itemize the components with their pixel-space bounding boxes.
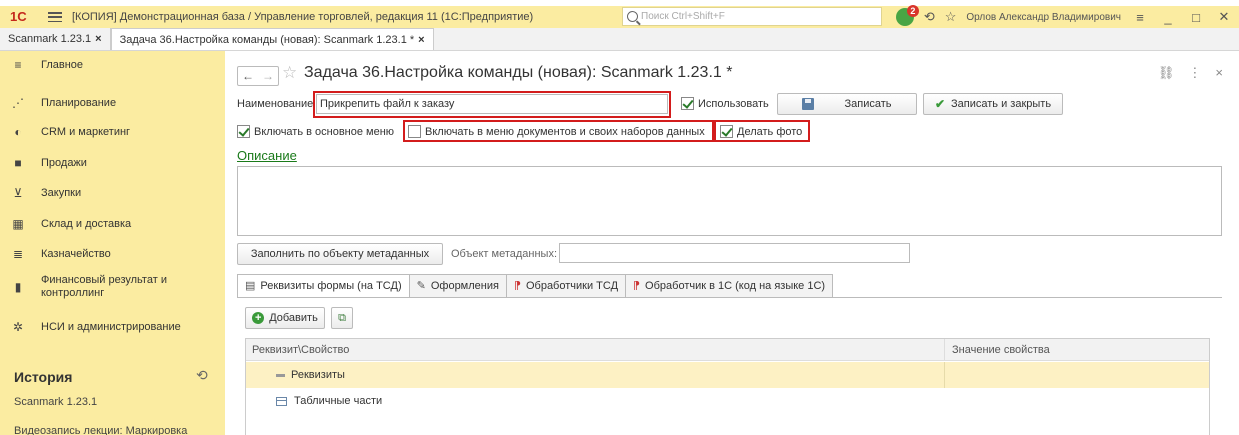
- window-tab-scanmark[interactable]: Scanmark 1.23.1 ×: [0, 28, 111, 50]
- checkbox-checked-icon: [237, 125, 250, 138]
- main-menu-checkbox[interactable]: Включать в основное меню: [237, 125, 394, 138]
- metadata-label: Объект метаданных:: [451, 248, 558, 260]
- tab-appearance[interactable]: ✎ Оформления: [408, 274, 507, 297]
- copy-button[interactable]: ⧉: [331, 307, 353, 329]
- window-tab-label: Scanmark 1.23.1: [8, 33, 92, 45]
- add-button[interactable]: + Добавить: [245, 307, 325, 329]
- warehouse-icon: ▦: [12, 217, 24, 231]
- add-plus-icon: +: [252, 312, 265, 324]
- form-title: Задача 36.Настройка команды (новая): Sca…: [304, 64, 733, 81]
- history-clock-icon[interactable]: ⟲: [924, 6, 935, 28]
- window-tabs: Scanmark 1.23.1 × Задача 36.Настройка ком…: [0, 28, 1239, 51]
- notification-badge: 2: [906, 5, 919, 17]
- handler-icon: ⁋: [513, 280, 521, 292]
- sidebar-item-admin[interactable]: ✲ НСИ и администрирование: [0, 313, 225, 341]
- sidebar-item-crm[interactable]: ◐ CRM и маркетинг: [0, 124, 225, 140]
- history-clock-icon[interactable]: ⟲: [196, 367, 208, 384]
- tab-tsd-handlers[interactable]: ⁋ Обработчики ТСД: [505, 274, 627, 297]
- link-icon[interactable]: ⛓: [1158, 65, 1175, 81]
- planning-icon: ⋰: [12, 96, 24, 110]
- save-button[interactable]: Записать: [777, 93, 917, 115]
- maximize-button[interactable]: □: [1187, 10, 1205, 25]
- sidebar-item-treasury[interactable]: ≣ Казначейство: [0, 246, 225, 262]
- save-close-button[interactable]: ✔ Записать и закрыть: [923, 93, 1063, 115]
- cart-icon: ⊻: [13, 186, 23, 200]
- sales-bag-icon: ■: [14, 156, 22, 170]
- form-icon: ▤: [245, 280, 256, 292]
- metadata-field[interactable]: [559, 243, 910, 263]
- minimize-button[interactable]: _: [1159, 10, 1177, 25]
- checkbox-checked-icon: [720, 125, 733, 138]
- sidebar-item-planning[interactable]: ⋰ Планирование: [0, 95, 225, 111]
- bar-chart-icon: ▮: [14, 280, 22, 294]
- tab-panel-border: [237, 297, 1222, 298]
- description-link[interactable]: Описание: [237, 148, 297, 163]
- checkbox-unchecked-icon: [408, 125, 421, 138]
- copy-icon: ⧉: [338, 311, 346, 324]
- sidebar-item-purchases[interactable]: ⊻ Закупки: [0, 185, 225, 201]
- close-form-icon[interactable]: ×: [1215, 65, 1223, 81]
- history-title: История: [14, 369, 73, 385]
- form-tabs: ▤ Реквизиты формы (на ТСД) ✎ Оформления ⁋ О…: [237, 274, 834, 297]
- attributes-table: Реквизит\Свойство Значение свойства Рекв…: [245, 338, 1210, 435]
- tab-form-attributes[interactable]: ▤ Реквизиты формы (на ТСД): [237, 274, 410, 297]
- check-icon: ✔: [934, 97, 946, 111]
- main-form: ← → ☆ Задача 36.Настройка команды (новая…: [225, 51, 1239, 435]
- fill-by-metadata-button[interactable]: Заполнить по объекту метаданных: [237, 243, 443, 265]
- app-logo: 1С: [10, 9, 27, 24]
- menu-lines-icon: ≡: [14, 58, 22, 72]
- main-menu-icon[interactable]: [46, 10, 64, 24]
- settings-lines-icon[interactable]: ≡: [1131, 10, 1149, 25]
- sidebar: ≡ Главное ⋰ Планирование ◐ CRM и маркети…: [0, 51, 225, 435]
- use-checkbox[interactable]: Использовать: [681, 97, 769, 110]
- column-header-value[interactable]: Значение свойства: [952, 339, 1050, 361]
- close-window-button[interactable]: ✕: [1215, 9, 1233, 25]
- table-row[interactable]: Реквизиты: [246, 362, 1209, 388]
- sidebar-item-warehouse[interactable]: ▦ Склад и доставка: [0, 216, 225, 232]
- title-bar: 1С [КОПИЯ] Демонстрационная база / Управ…: [0, 5, 1239, 28]
- search-input[interactable]: [641, 11, 861, 22]
- checkbox-checked-icon: [681, 97, 694, 110]
- row-name-cell: Реквизиты: [276, 362, 345, 388]
- sidebar-item-sales[interactable]: ■ Продажи: [0, 155, 225, 171]
- column-header-attribute[interactable]: Реквизит\Свойство: [252, 339, 349, 361]
- close-tab-icon[interactable]: ×: [418, 34, 424, 46]
- back-arrow-icon[interactable]: ←: [238, 67, 258, 85]
- more-icon[interactable]: ⋮: [1188, 65, 1201, 81]
- nav-buttons: ← →: [237, 66, 279, 86]
- user-name[interactable]: Орлов Александр Владимирович: [966, 12, 1121, 23]
- window-tab-task[interactable]: Задача 36.Настройка команды (новая): Sca…: [110, 28, 434, 50]
- history-item[interactable]: Видеозапись лекции: Маркировка: [14, 425, 187, 435]
- sidebar-item-finance[interactable]: ▮ Финансовый результат и контроллинг: [0, 273, 225, 301]
- window-tab-label: Задача 36.Настройка команды (новая): Sca…: [119, 34, 415, 46]
- collapse-icon[interactable]: [276, 373, 285, 377]
- treasury-icon: ≣: [12, 247, 24, 261]
- doc-menu-checkbox[interactable]: Включать в меню документов и своих набор…: [408, 125, 705, 138]
- forward-arrow-icon[interactable]: →: [258, 67, 278, 85]
- floppy-disk-icon: [802, 98, 815, 110]
- name-label: Наименование: [237, 98, 314, 110]
- table-header: Реквизит\Свойство Значение свойства: [246, 339, 1209, 361]
- crm-icon: ◐: [14, 125, 22, 139]
- handler-1c-icon: ⁋: [633, 280, 641, 292]
- history-item[interactable]: Scanmark 1.23.1: [14, 396, 97, 408]
- notifications-icon[interactable]: 2: [895, 5, 919, 26]
- name-field[interactable]: [316, 94, 668, 114]
- brush-icon: ✎: [416, 280, 426, 292]
- favorites-star-icon[interactable]: ☆: [945, 6, 957, 28]
- close-tab-icon[interactable]: ×: [95, 33, 101, 45]
- sidebar-item-main[interactable]: ≡ Главное: [0, 57, 225, 73]
- search-box[interactable]: [622, 7, 882, 26]
- search-icon: [627, 11, 638, 22]
- photo-checkbox[interactable]: Делать фото: [720, 125, 802, 138]
- table-row[interactable]: Табличные части: [246, 388, 1209, 414]
- tab-1c-handler[interactable]: ⁋ Обработчик в 1С (код на языке 1С): [625, 274, 834, 297]
- row-name-cell: Табличные части: [276, 388, 382, 414]
- description-textarea[interactable]: [237, 166, 1222, 236]
- app-title: [КОПИЯ] Демонстрационная база / Управлен…: [72, 11, 534, 23]
- favorite-star-icon[interactable]: ☆: [282, 63, 297, 83]
- gear-icon: ✲: [12, 320, 24, 334]
- table-icon: [276, 396, 287, 406]
